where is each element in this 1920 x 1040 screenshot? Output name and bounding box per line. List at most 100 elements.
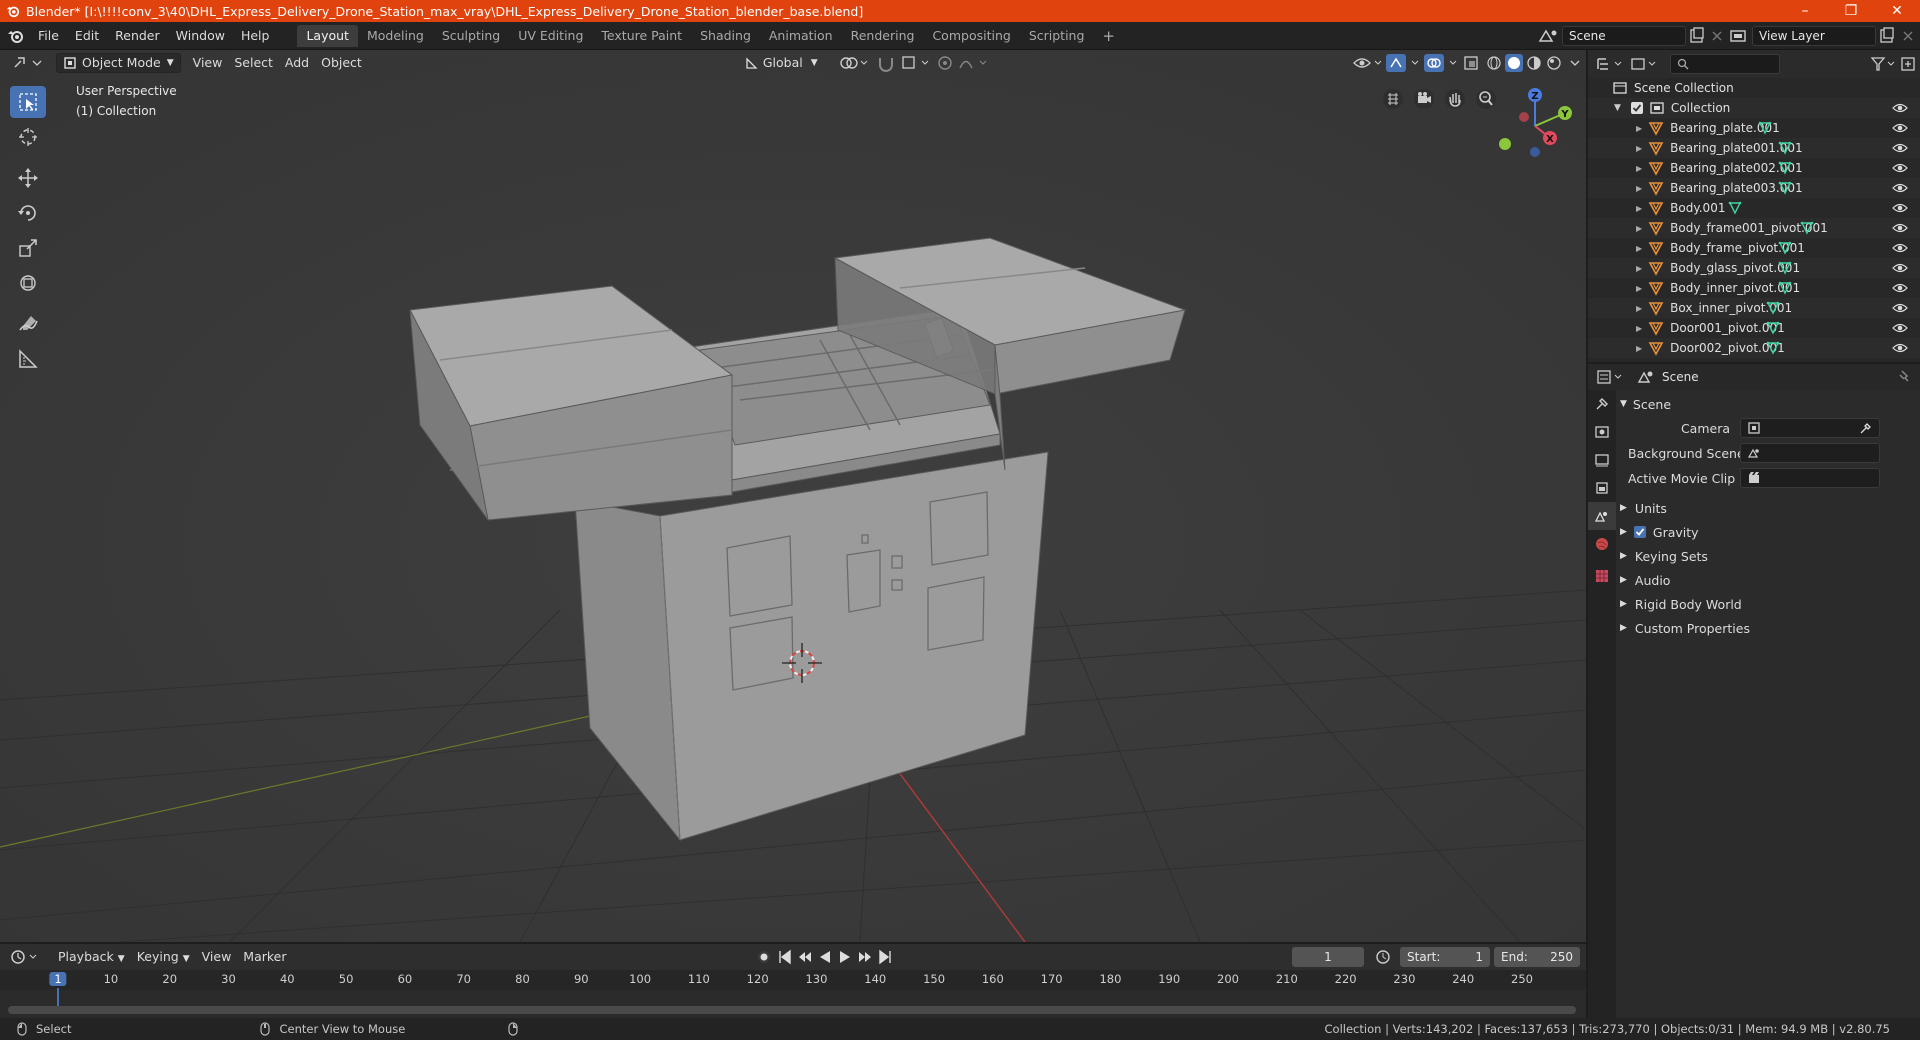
select-box-tool[interactable] — [10, 86, 46, 118]
toggle-ortho-icon[interactable] — [1381, 87, 1405, 111]
blender-menu-icon[interactable] — [0, 26, 30, 46]
outliner-item[interactable]: ▶ Body_glass_pivot.001 — [1588, 258, 1920, 278]
active-movie-clip-field[interactable] — [1740, 468, 1880, 488]
tab-sculpting[interactable]: Sculpting — [433, 25, 509, 47]
new-view-layer-icon[interactable] — [1876, 26, 1898, 46]
overlays-icon[interactable] — [1422, 53, 1460, 73]
tab-output[interactable] — [1588, 446, 1616, 474]
outliner-item[interactable]: ▶ Box_inner_pivot.001 — [1588, 298, 1920, 318]
eye-icon[interactable] — [1892, 342, 1908, 354]
tab-modeling[interactable]: Modeling — [358, 25, 433, 47]
falloff-icon[interactable] — [956, 53, 992, 73]
outliner-item[interactable]: ▶ Bearing_plate.001 — [1588, 118, 1920, 138]
mesh-data-icon[interactable] — [1766, 341, 1780, 355]
pan-view-icon[interactable] — [1443, 87, 1467, 111]
expand-arrow-icon[interactable]: ▶ — [1636, 204, 1642, 213]
rotate-tool[interactable] — [10, 197, 46, 229]
gravity-checkbox-icon[interactable] — [1633, 525, 1647, 539]
tab-shading[interactable]: Shading — [691, 25, 760, 47]
close-window-button[interactable]: ✕ — [1874, 0, 1920, 22]
tab-layout[interactable]: Layout — [297, 24, 358, 47]
minimize-button[interactable]: – — [1782, 0, 1828, 22]
expand-arrow-icon[interactable]: ▶ — [1636, 324, 1642, 333]
outliner-item[interactable]: ▶ Door001_pivot.001 — [1588, 318, 1920, 338]
menu-keying[interactable]: Keying ▼ — [131, 947, 196, 967]
new-collection-icon[interactable] — [1898, 54, 1920, 74]
mesh-data-icon[interactable] — [1766, 321, 1780, 335]
tab-rendering[interactable]: Rendering — [842, 25, 924, 47]
mesh-data-icon[interactable] — [1778, 141, 1792, 155]
outliner-item[interactable]: ▶ Bearing_plate001.001 — [1588, 138, 1920, 158]
mesh-data-icon[interactable] — [1778, 181, 1792, 195]
jump-start-icon[interactable] — [775, 947, 795, 967]
eyedropper-icon[interactable] — [1859, 421, 1873, 435]
menu-file[interactable]: File — [30, 25, 67, 47]
shading-solid-icon[interactable] — [1504, 53, 1524, 73]
expand-arrow-icon[interactable]: ▶ — [1636, 244, 1642, 253]
view-layer-icon[interactable] — [1726, 26, 1752, 46]
mode-selector[interactable]: Object Mode ▼ — [56, 53, 181, 73]
eye-icon[interactable] — [1892, 322, 1908, 334]
3d-viewport[interactable]: Object Mode ▼ View Select Add Object Glo… — [0, 50, 1586, 942]
camera-field[interactable] — [1740, 418, 1880, 438]
visibility-icon[interactable] — [1350, 53, 1384, 73]
section-rigid-body-world[interactable]: ▶ Rigid Body World — [1620, 592, 1910, 616]
remove-view-layer-icon[interactable] — [1898, 26, 1920, 46]
view-layer-selector[interactable]: View Layer — [1752, 25, 1876, 46]
outliner-item[interactable]: ▶ Body_inner_pivot.001 — [1588, 278, 1920, 298]
shading-rendered-icon[interactable] — [1544, 53, 1564, 73]
maximize-button[interactable]: ❐ — [1828, 0, 1874, 22]
menu-help[interactable]: Help — [233, 25, 278, 47]
menu-edit[interactable]: Edit — [67, 25, 107, 47]
cursor-tool[interactable] — [10, 121, 46, 153]
outliner-item[interactable]: ▶ Body.001 — [1588, 198, 1920, 218]
menu-window[interactable]: Window — [168, 25, 233, 47]
expand-arrow-icon[interactable]: ▶ — [1636, 264, 1642, 273]
eye-icon[interactable] — [1892, 102, 1908, 114]
menu-timeline-view[interactable]: View — [196, 947, 238, 967]
play-reverse-icon[interactable] — [815, 947, 835, 967]
xray-icon[interactable] — [1460, 53, 1484, 73]
menu-object[interactable]: Object — [315, 53, 368, 73]
outliner-item[interactable]: ▶ Body_frame001_pivot.001 — [1588, 218, 1920, 238]
menu-select[interactable]: Select — [228, 53, 279, 73]
add-workspace-button[interactable]: + — [1093, 25, 1124, 47]
eye-icon[interactable] — [1892, 242, 1908, 254]
shading-material-icon[interactable] — [1524, 53, 1544, 73]
collapse-arrow-icon[interactable]: ▼ — [1614, 103, 1621, 113]
snap-target-icon[interactable] — [898, 53, 934, 73]
tab-compositing[interactable]: Compositing — [923, 25, 1019, 47]
tab-texture-paint[interactable]: Texture Paint — [592, 25, 691, 47]
background-scene-field[interactable] — [1740, 443, 1880, 463]
section-audio[interactable]: ▶ Audio — [1620, 568, 1910, 592]
menu-render[interactable]: Render — [107, 25, 168, 47]
expand-arrow-icon[interactable]: ▶ — [1636, 144, 1642, 153]
properties-editor-icon[interactable] — [1594, 367, 1628, 387]
mesh-data-icon[interactable] — [1766, 301, 1780, 315]
expand-arrow-icon[interactable]: ▶ — [1636, 284, 1642, 293]
current-frame-field[interactable]: 1 — [1292, 947, 1364, 967]
mesh-data-icon[interactable] — [1778, 241, 1792, 255]
filter-icon[interactable] — [1868, 54, 1898, 74]
outliner-item[interactable]: ▶ Bearing_plate003.001 — [1588, 178, 1920, 198]
camera-view-icon[interactable] — [1412, 87, 1436, 111]
timeline-editor-icon[interactable] — [8, 947, 44, 967]
eye-icon[interactable] — [1892, 222, 1908, 234]
proportional-edit-icon[interactable] — [934, 53, 956, 73]
section-custom-properties[interactable]: ▶ Custom Properties — [1620, 616, 1910, 640]
new-scene-icon[interactable] — [1686, 26, 1708, 46]
eye-icon[interactable] — [1892, 202, 1908, 214]
section-units[interactable]: ▶ Units — [1620, 496, 1910, 520]
eye-icon[interactable] — [1892, 182, 1908, 194]
scene-selector[interactable]: Scene — [1562, 25, 1686, 46]
section-gravity[interactable]: ▶ Gravity — [1620, 520, 1910, 544]
menu-marker[interactable]: Marker — [237, 947, 292, 967]
play-icon[interactable] — [835, 947, 855, 967]
eye-icon[interactable] — [1892, 302, 1908, 314]
tab-scripting[interactable]: Scripting — [1020, 25, 1094, 47]
outliner-collection[interactable]: ▼ Collection — [1588, 98, 1920, 118]
checkbox-checked-icon[interactable] — [1629, 100, 1645, 116]
menu-add[interactable]: Add — [279, 53, 315, 73]
viewport-scene[interactable] — [0, 50, 1586, 942]
eye-icon[interactable] — [1892, 122, 1908, 134]
